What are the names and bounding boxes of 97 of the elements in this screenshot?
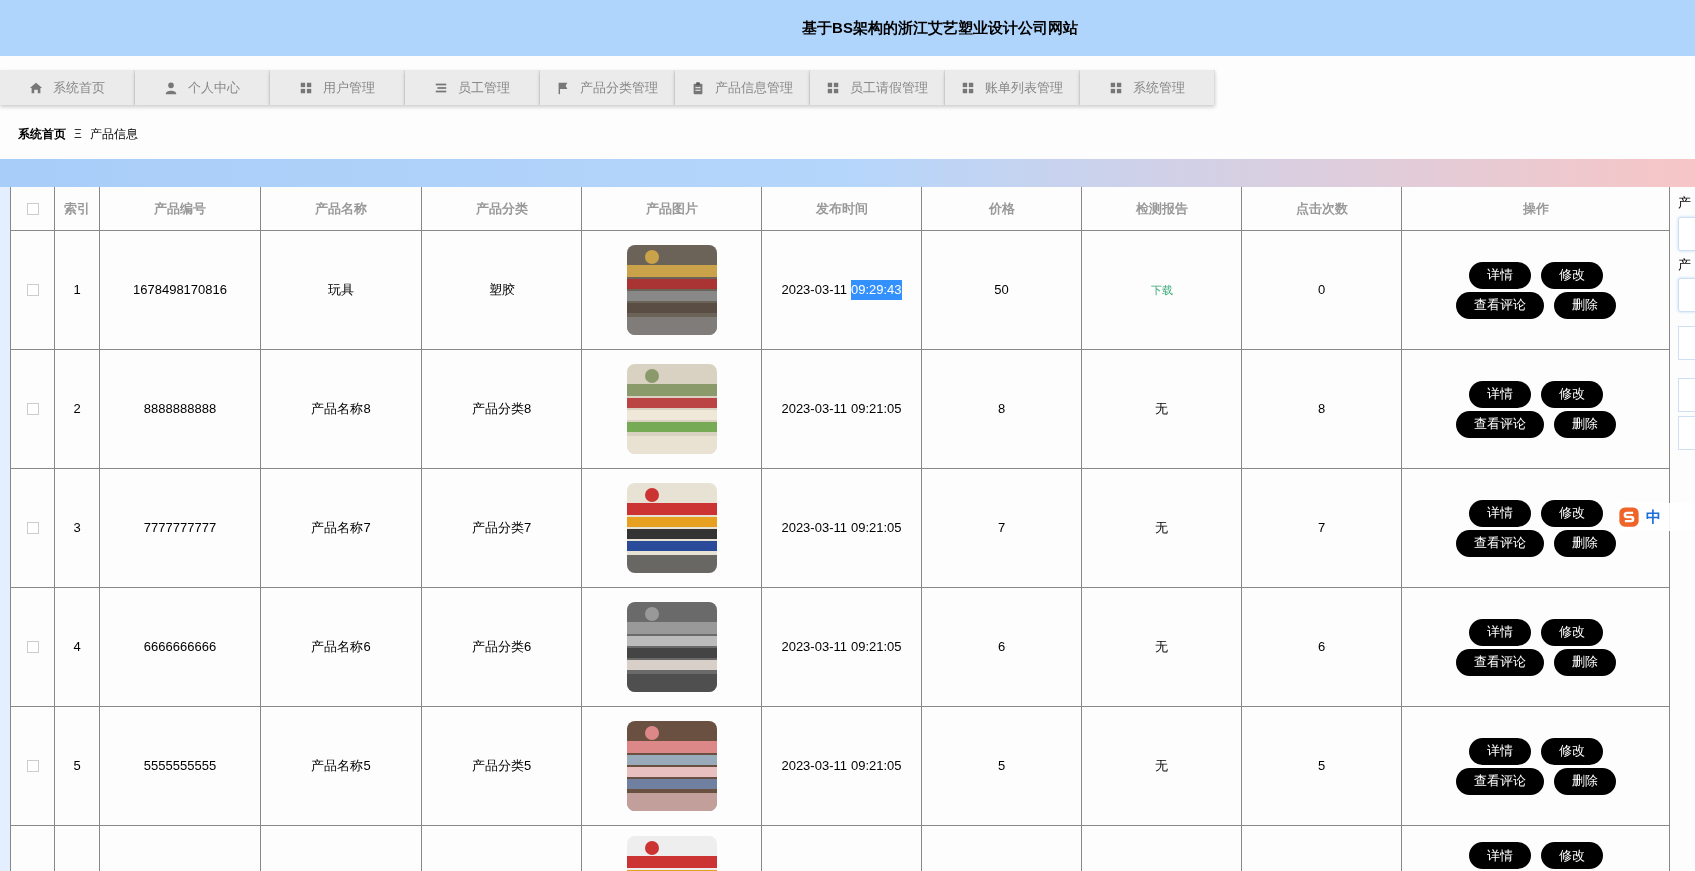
grid-icon [1109,80,1123,95]
index-cell-text: 4 [73,638,81,657]
table-cell-text: 6 [1317,638,1326,657]
action-button[interactable]: 删除 [1553,410,1616,438]
table-cell-text: 50 [994,281,1009,300]
action-button[interactable]: 修改 [1540,618,1603,646]
index-cell-text: 3 [73,519,81,538]
column-header: 点击次数 [1295,199,1348,218]
action-button[interactable]: 详情 [1468,737,1531,765]
table-cell-text: 产品分类6 [471,638,532,657]
action-button[interactable]: 查看评论 [1455,767,1544,795]
column-header: 产品名称 [315,199,367,218]
field-label: 产 [1678,194,1692,212]
action-button[interactable]: 查看评论 [1455,648,1544,676]
table-cell-text: 8 [997,400,1006,419]
table-cell-text: 5 [997,757,1006,776]
action-button[interactable]: 修改 [1540,842,1603,869]
table-cell-text: 无 [1155,400,1168,419]
row-checkbox[interactable] [26,760,39,772]
table-cell-text: 1678498170816 [133,281,227,300]
column-header: 价格 [988,199,1015,218]
action-button[interactable]: 修改 [1540,499,1603,527]
action-button[interactable]: 详情 [1468,842,1531,869]
action-button[interactable]: 查看评论 [1455,529,1544,557]
column-header: 操作 [1522,199,1549,218]
clipboard-icon [691,80,705,95]
action-button[interactable]: 查看评论 [1455,291,1544,319]
breadcrumb-link[interactable]: 系统首页 [18,125,66,143]
table-cell-text: 玩具 [328,281,354,300]
column-header: 产品编号 [154,199,206,218]
date-text: 2023-03-11 [781,400,847,419]
action-button[interactable]: 删除 [1553,648,1616,676]
table-cell-text: 产品名称6 [311,638,371,657]
table-cell-text: 产品分类5 [471,757,532,776]
column-header: 检测报告 [1135,199,1188,218]
action-button[interactable]: 删除 [1553,529,1616,557]
action-button[interactable]: 删除 [1553,767,1616,795]
index-cell-text: 2 [73,400,81,419]
action-button[interactable]: 详情 [1468,618,1531,646]
action-button[interactable]: 修改 [1540,261,1603,289]
breadcrumb-current: 产品信息 [89,126,138,143]
table-cell-text: 8888888888 [143,400,217,419]
table-cell-text: 产品名称5 [311,757,371,776]
user-icon [164,80,178,95]
action-button[interactable]: 修改 [1540,737,1603,765]
table-cell-text: 7 [997,519,1006,538]
row-checkbox[interactable] [26,284,39,296]
action-button[interactable]: 修改 [1540,380,1603,408]
column-header: 发布时间 [815,199,868,218]
date-text: 2023-03-11 [781,281,847,300]
table-cell-text: 5 [1317,757,1326,776]
table-cell-text: 无 [1155,638,1168,657]
table-cell-text: 无 [1155,757,1168,776]
column-header: 产品图片 [645,199,698,218]
column-header: 索引 [64,199,90,218]
row-checkbox[interactable] [26,641,39,653]
breadcrumb-separator: Ξ [74,126,82,143]
table-cell-text: 0 [1317,281,1326,300]
table-cell-text: 6666666666 [143,638,217,657]
row-checkbox[interactable] [26,522,39,534]
time-text: 09:21:05 [850,400,902,419]
time-text: 09:21:05 [850,757,902,776]
grid-icon [299,80,313,95]
ime-mode-toggle[interactable]: 中 [1646,505,1661,529]
grid-icon [961,80,975,95]
table-cell-text: 5555555555 [143,757,217,776]
home-icon [29,80,43,95]
table-cell-text: 7777777777 [143,519,217,538]
index-cell-text: 1 [73,281,81,300]
action-button[interactable]: 详情 [1468,380,1531,408]
table-cell-text: 产品名称8 [311,400,371,419]
row-checkbox[interactable] [26,403,39,415]
table-cell-text: 无 [1155,519,1168,538]
date-text: 2023-03-11 [781,757,847,776]
grid-icon [826,80,840,95]
column-header: 产品分类 [475,199,528,218]
site-title: 基于BS架构的浙江艾艺塑业设计公司网站 [802,17,1078,38]
table-cell-text: 产品名称7 [311,519,371,538]
action-button[interactable]: 详情 [1468,261,1531,289]
row-checkbox[interactable] [26,202,39,215]
table-cell-text: 产品分类7 [471,519,532,538]
action-button[interactable]: 查看评论 [1455,410,1544,438]
flag-icon [556,80,570,95]
date-text: 2023-03-11 [781,638,847,657]
action-button[interactable]: 详情 [1468,499,1531,527]
table-cell-text: 8 [1317,400,1326,419]
action-button[interactable]: 删除 [1553,291,1616,319]
table-cell-text: 产品分类8 [471,400,532,419]
time-text: 09:29:43 [850,280,902,300]
table-cell-text: 6 [997,638,1006,657]
index-cell-text: 5 [73,757,81,776]
time-text: 09:21:05 [850,519,902,538]
date-text: 2023-03-11 [781,519,847,538]
table-cell-text: 塑胶 [488,281,515,300]
time-text: 09:21:05 [850,638,902,657]
table-cell-text: 7 [1317,519,1326,538]
field-label: 产 [1678,255,1692,274]
